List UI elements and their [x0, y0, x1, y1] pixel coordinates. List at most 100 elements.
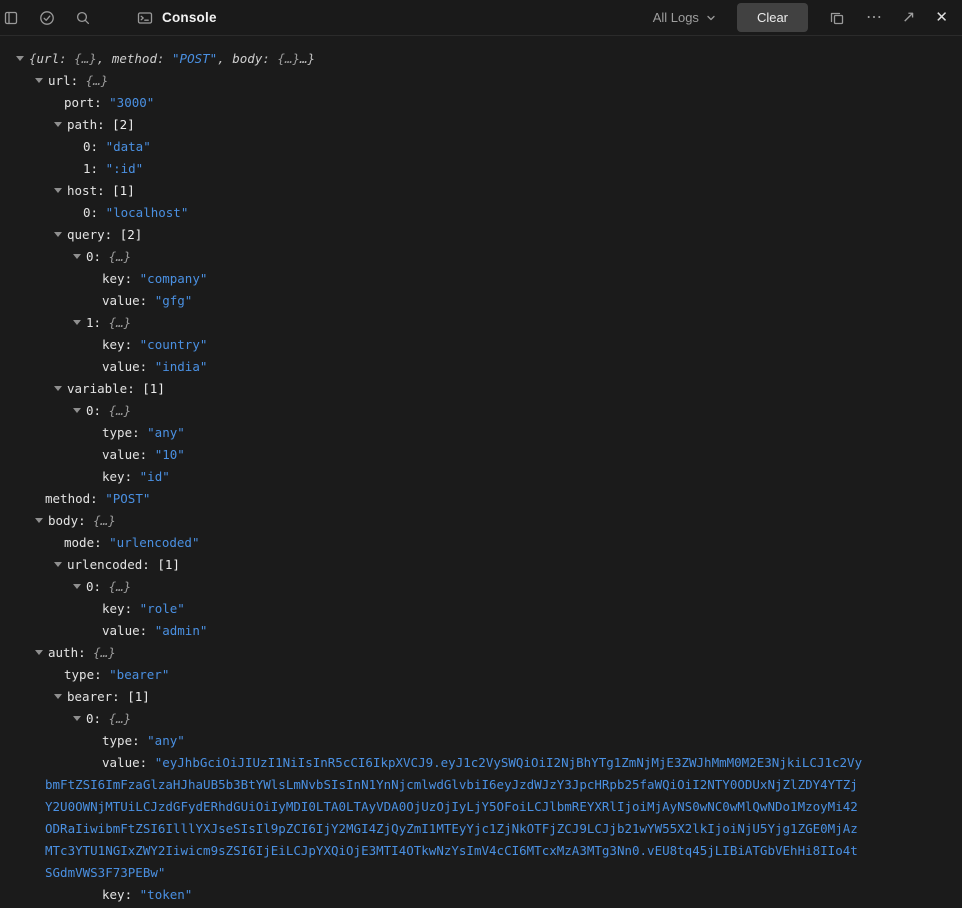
tree-row: 0: "data": [0, 136, 962, 158]
tree-object-ellipsis: {…}: [74, 51, 97, 66]
tree-value-string: "country": [139, 337, 208, 352]
more-options-icon[interactable]: ⋯: [866, 9, 882, 26]
tree-row: path: [2]: [0, 114, 962, 136]
caret-down-icon[interactable]: [54, 188, 62, 193]
tree-key: 0:: [86, 249, 109, 264]
panel-left-icon[interactable]: [2, 9, 20, 27]
tree-value-string: "token": [139, 887, 193, 902]
tree-punct: :: [156, 51, 173, 66]
log-filter-label: All Logs: [652, 10, 699, 25]
tree-row: method: "POST": [0, 488, 962, 510]
tree-key: body:: [48, 513, 94, 528]
tree-key: url: [36, 51, 60, 66]
tree-value-string: "localhost": [105, 205, 189, 220]
tree-key: key:: [102, 887, 140, 902]
check-circle-icon[interactable]: [38, 9, 56, 27]
tree-key: 0:: [86, 711, 109, 726]
tree-row: {url: {…}, method: "POST", body: {…}…}: [0, 48, 962, 70]
clear-button[interactable]: Clear: [736, 3, 809, 32]
caret-down-icon[interactable]: [73, 254, 81, 259]
tree-object-ellipsis: {…}: [277, 51, 300, 66]
tree-value-string: "POST": [172, 51, 218, 66]
tree-key: body: [232, 51, 263, 66]
tree-key: port:: [64, 95, 110, 110]
caret-down-icon[interactable]: [16, 56, 24, 61]
tree-row: value: "gfg": [0, 290, 962, 312]
search-icon[interactable]: [74, 9, 92, 27]
tree-key: 1:: [83, 161, 106, 176]
tree-key: type:: [102, 425, 148, 440]
copy-icon[interactable]: [828, 9, 846, 27]
tree-row: key: "id": [0, 466, 962, 488]
caret-down-icon[interactable]: [54, 232, 62, 237]
console-label: Console: [162, 10, 217, 25]
tree-key: 0:: [83, 139, 106, 154]
tree-key: url:: [48, 73, 86, 88]
tree-value-string: "POST": [105, 491, 151, 506]
tree-row: auth: {…}: [0, 642, 962, 664]
tree-key: query:: [67, 227, 120, 242]
caret-down-icon[interactable]: [73, 716, 81, 721]
tree-value-string: "india": [154, 359, 208, 374]
tree-value-string: "any": [147, 425, 185, 440]
caret-down-icon[interactable]: [54, 562, 62, 567]
caret-down-icon[interactable]: [73, 408, 81, 413]
tree-punct: …}: [300, 51, 316, 66]
caret-down-icon[interactable]: [35, 78, 43, 83]
tree-row: type: "bearer": [0, 664, 962, 686]
tree-value-string: "company": [139, 271, 208, 286]
tree-object-ellipsis: {…}: [93, 645, 116, 660]
tree-object-ellipsis: {…}: [93, 513, 116, 528]
console-tab[interactable]: Console: [136, 9, 217, 27]
tree-row: key: "role": [0, 598, 962, 620]
tree-punct: :: [262, 51, 278, 66]
tree-row: type: "any": [0, 422, 962, 444]
tree-row: bearer: [1]: [0, 686, 962, 708]
tree-value-string: "admin": [154, 623, 208, 638]
tree-array-length: [1]: [142, 381, 165, 396]
tree-key: bearer:: [67, 689, 128, 704]
tree-array-length: [1]: [127, 689, 150, 704]
caret-down-icon[interactable]: [73, 584, 81, 589]
tree-punct: ,: [217, 51, 233, 66]
tree-key: key:: [102, 271, 140, 286]
tree-key: key:: [102, 469, 140, 484]
log-filter-dropdown[interactable]: All Logs: [653, 10, 717, 25]
caret-down-icon[interactable]: [35, 518, 43, 523]
tree-row: host: [1]: [0, 180, 962, 202]
caret-down-icon[interactable]: [54, 694, 62, 699]
tree-row: value: "india": [0, 356, 962, 378]
tree-key: value:: [102, 293, 155, 308]
tree-row: 0: {…}: [0, 400, 962, 422]
tree-key: path:: [67, 117, 113, 132]
tree-key: type:: [102, 733, 148, 748]
tree-value-string: "data": [105, 139, 151, 154]
tree-key: key:: [102, 601, 140, 616]
tree-key: value:: [102, 755, 155, 770]
tree-row: 1: ":id": [0, 158, 962, 180]
tree-key: value:: [102, 359, 155, 374]
caret-down-icon[interactable]: [73, 320, 81, 325]
tree-value-string: "any": [147, 733, 185, 748]
console-tree[interactable]: {url: {…}, method: "POST", body: {…}…} ur…: [0, 36, 962, 906]
close-icon[interactable]: ✕: [935, 10, 948, 25]
tree-row: mode: "urlencoded": [0, 532, 962, 554]
tree-array-length: [2]: [119, 227, 143, 242]
tree-key: key:: [102, 337, 140, 352]
tree-object-ellipsis: {…}: [108, 403, 132, 418]
tree-value-string: "id": [139, 469, 170, 484]
tree-key: value:: [102, 623, 155, 638]
tree-key: variable:: [67, 381, 143, 396]
tree-row: query: [2]: [0, 224, 962, 246]
tree-value-string: "gfg": [154, 293, 193, 308]
caret-down-icon[interactable]: [54, 386, 62, 391]
caret-down-icon[interactable]: [35, 650, 43, 655]
tree-array-length: [2]: [112, 117, 135, 132]
tree-row: key: "country": [0, 334, 962, 356]
open-external-icon[interactable]: ↗: [902, 9, 915, 26]
tree-array-length: [1]: [157, 557, 180, 572]
tree-object-ellipsis: {…}: [108, 249, 132, 264]
tree-key: 1:: [86, 315, 109, 330]
topbar-right-group: All Logs Clear ⋯ ↗ ✕: [653, 3, 948, 32]
caret-down-icon[interactable]: [54, 122, 62, 127]
